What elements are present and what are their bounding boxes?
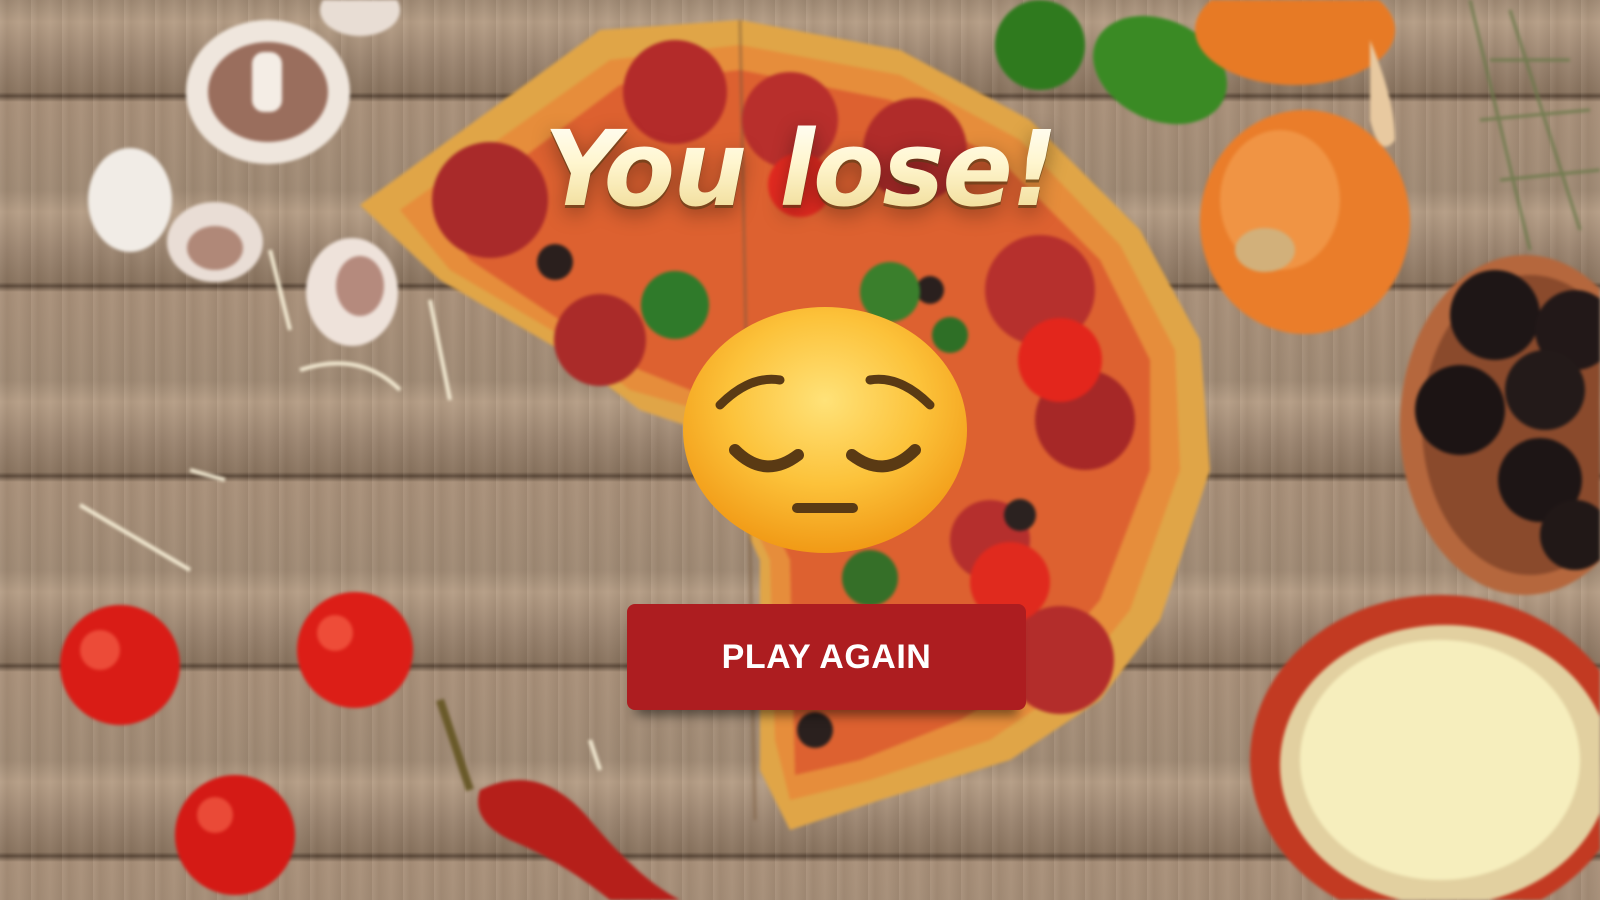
olive-bowl-icon <box>1400 255 1600 595</box>
play-again-button[interactable]: PLAY AGAIN <box>627 604 1026 710</box>
chili-icon <box>436 698 680 900</box>
cherry-tomato-icon <box>60 592 413 895</box>
pensive-face-icon <box>683 307 967 553</box>
game-result-title: You lose! <box>0 108 1600 230</box>
cheese-bowl-icon <box>1250 595 1600 900</box>
game-over-screen: You lose! PLAY AGAIN <box>0 0 1600 900</box>
